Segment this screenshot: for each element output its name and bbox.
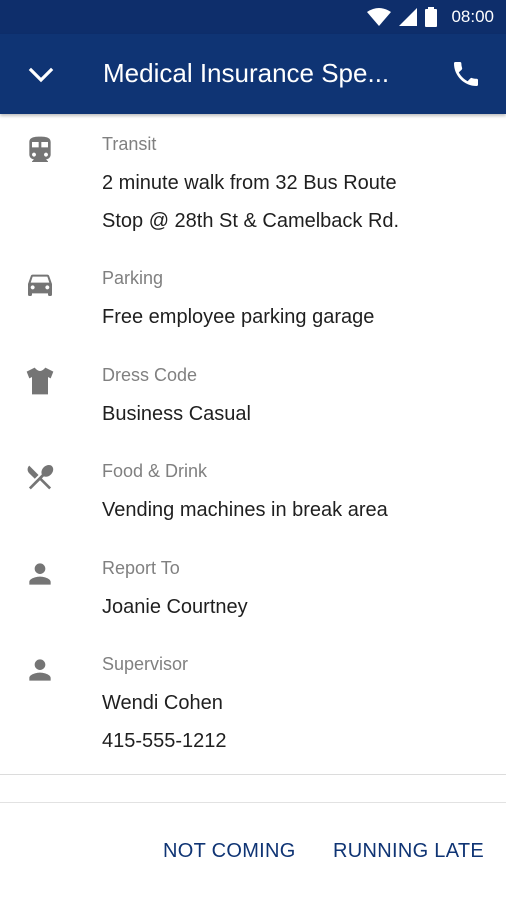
detail-value-line: Joanie Courtney [102, 596, 248, 618]
divider [0, 774, 506, 775]
detail-label: Parking [102, 268, 164, 288]
collapse-button[interactable] [26, 60, 56, 90]
call-button[interactable] [450, 58, 482, 90]
detail-label: Food & Drink [102, 461, 208, 481]
supervisor-phone-link[interactable]: 415-555-1212 [102, 722, 482, 760]
chevron-down-icon [28, 67, 54, 83]
detail-value-line: Free employee parking garage [102, 306, 375, 328]
utensils-icon [27, 464, 54, 490]
battery-icon [425, 7, 438, 27]
shirt-icon [26, 367, 54, 395]
running-late-button[interactable]: RUNNING LATE [333, 840, 484, 863]
divider [0, 802, 506, 803]
train-icon [29, 136, 51, 162]
status-bar: 08:00 [0, 0, 506, 34]
detail-label: Transit [102, 134, 157, 154]
not-coming-button[interactable]: NOT COMING [163, 840, 296, 863]
page-title: Medical Insurance Spe... [103, 58, 390, 88]
detail-value: Business Casual [102, 395, 482, 433]
action-bar: NOT COMING RUNNING LATE [0, 830, 506, 878]
detail-value-line: Stop @ 28th St & Camelback Rd. [102, 210, 400, 232]
car-icon [28, 274, 52, 296]
detail-value-line: Vending machines in break area [102, 499, 388, 521]
detail-value: Vending machines in break area [102, 491, 482, 529]
phone-icon [454, 62, 478, 86]
cellular-signal-icon [399, 8, 418, 26]
detail-label: Report To [102, 558, 180, 578]
app-bar: Medical Insurance Spe... [0, 34, 506, 114]
detail-value-line: 2 minute walk from 32 Bus Route [102, 172, 397, 194]
detail-label: Dress Code [102, 365, 198, 385]
detail-value-line: Wendi Cohen [102, 692, 223, 714]
wifi-icon [367, 8, 392, 26]
detail-value: Joanie Courtney [102, 588, 482, 626]
detail-value: Free employee parking garage [102, 298, 482, 336]
status-time: 08:00 [451, 7, 494, 26]
detail-value: 2 minute walk from 32 Bus Route Stop @ 2… [102, 164, 482, 240]
detail-label: Supervisor [102, 654, 189, 674]
detail-value: Wendi Cohen 415-555-1212 [102, 684, 482, 760]
detail-value-line: Business Casual [102, 403, 251, 425]
person-icon [29, 659, 51, 681]
person-icon [29, 563, 51, 585]
